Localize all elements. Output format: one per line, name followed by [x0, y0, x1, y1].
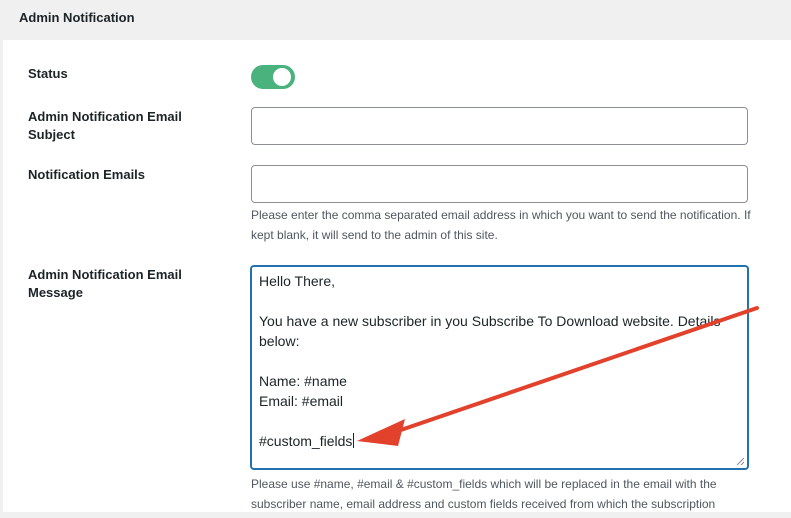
message-help: Please use #name, #email & #custom_field…	[251, 477, 717, 511]
message-line-email: Email: #email	[259, 393, 344, 409]
message-label: Admin Notification Email Message	[28, 267, 182, 300]
resize-handle[interactable]	[737, 458, 744, 465]
message-textarea[interactable]: Hello There, You have a new subscriber i…	[251, 266, 748, 469]
notification-emails-input[interactable]	[251, 165, 748, 203]
message-line-custom-fields: #custom_fields	[259, 433, 353, 449]
message-line-body: You have a new subscriber in you Subscri…	[259, 313, 721, 349]
notification-emails-label: Notification Emails	[28, 167, 146, 182]
text-caret	[353, 433, 355, 448]
message-line-name: Name: #name	[259, 373, 347, 389]
toggle-knob	[273, 68, 291, 86]
admin-notification-panel: Admin Notification Status Admin Notifica…	[3, 0, 791, 512]
subject-label: Admin Notification Email Subject	[28, 109, 182, 142]
subject-input[interactable]	[251, 107, 748, 145]
message-line-greeting: Hello There,	[259, 273, 336, 289]
panel-title: Admin Notification	[19, 10, 135, 25]
bottom-strip	[0, 512, 791, 518]
notification-emails-help: Please enter the comma separated email a…	[251, 208, 751, 242]
status-toggle[interactable]	[251, 65, 295, 89]
panel-header: Admin Notification	[3, 0, 791, 40]
status-label: Status	[28, 66, 68, 81]
